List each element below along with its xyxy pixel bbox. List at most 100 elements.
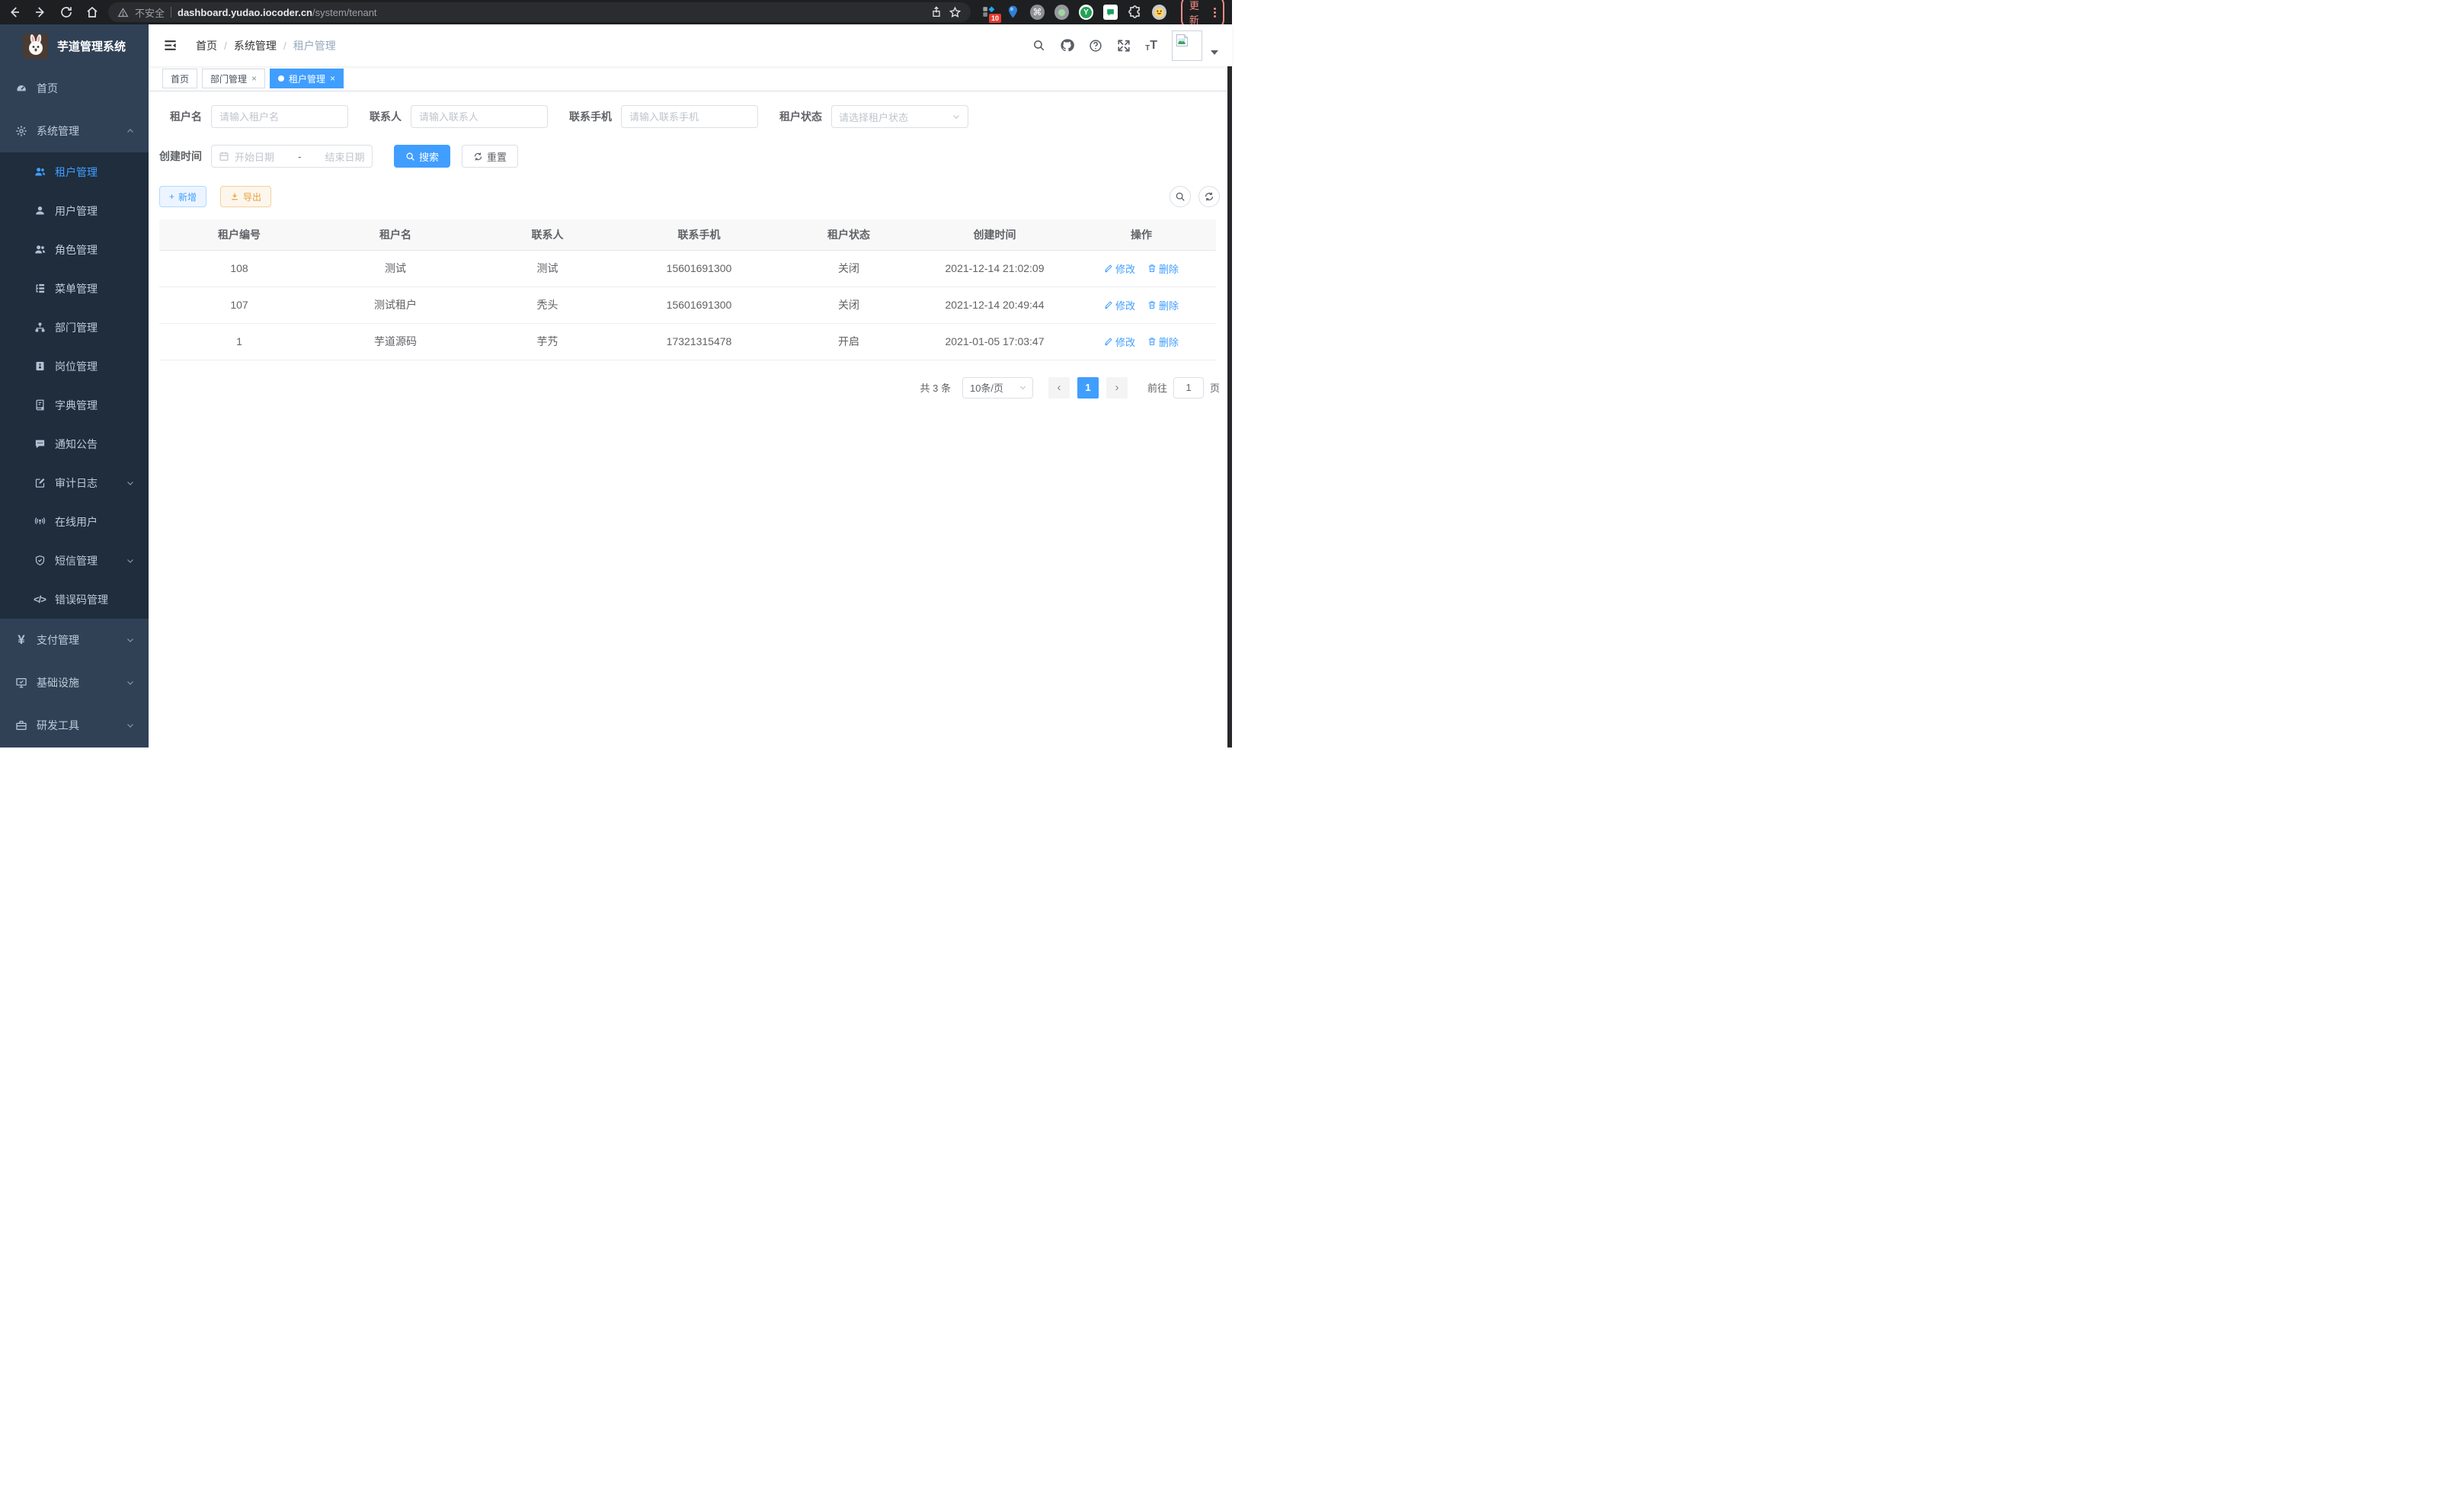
- edit-link[interactable]: 修改: [1104, 298, 1135, 312]
- next-page-button[interactable]: ›: [1106, 377, 1128, 399]
- refresh-table-button[interactable]: [1198, 186, 1220, 207]
- badge-icon: [34, 360, 46, 372]
- caret-down-icon[interactable]: [1211, 50, 1218, 55]
- export-button[interactable]: 导出: [220, 186, 271, 207]
- sidebar-item-menu-management[interactable]: 菜单管理: [0, 269, 149, 308]
- sidebar-item-post-management[interactable]: 岗位管理: [0, 347, 149, 386]
- ext-drop-icon[interactable]: [1006, 5, 1020, 20]
- search-button[interactable]: 搜索: [394, 145, 450, 168]
- close-icon[interactable]: ×: [251, 73, 257, 84]
- chevron-down-icon: [126, 635, 135, 645]
- yen-icon: ¥: [15, 632, 27, 648]
- reload-icon[interactable]: [59, 5, 73, 19]
- date-range-picker[interactable]: 开始日期 - 结束日期: [211, 145, 373, 168]
- end-date-placeholder[interactable]: 结束日期: [325, 149, 366, 164]
- tenant-name-input[interactable]: [211, 105, 348, 128]
- tree-list-icon: [34, 283, 46, 294]
- download-icon: [230, 192, 239, 201]
- breadcrumb-system[interactable]: 系统管理: [234, 38, 277, 53]
- prev-page-button[interactable]: ‹: [1048, 377, 1070, 399]
- reset-button[interactable]: 重置: [462, 145, 518, 168]
- sidebar-item-tenant-management[interactable]: 租户管理: [0, 152, 149, 191]
- add-button[interactable]: + 新增: [159, 186, 206, 207]
- col-created: 创建时间: [923, 219, 1067, 250]
- contact-label: 联系人: [370, 109, 402, 124]
- tab-dept-management[interactable]: 部门管理×: [202, 69, 265, 88]
- sidebar-item-home[interactable]: 首页: [0, 67, 149, 110]
- sidebar-item-notice[interactable]: 通知公告: [0, 424, 149, 463]
- table-row: 108 测试 测试 15601691300 关闭 2021-12-14 21:0…: [159, 250, 1216, 287]
- phone-input[interactable]: [621, 105, 758, 128]
- sidebar-item-online-users[interactable]: 在线用户: [0, 502, 149, 541]
- sidebar-item-dept-management[interactable]: 部门管理: [0, 308, 149, 347]
- home-icon[interactable]: [85, 5, 99, 19]
- calendar-icon: [219, 151, 229, 162]
- search-icon[interactable]: [1032, 39, 1045, 52]
- url-path[interactable]: /system/tenant: [312, 7, 377, 18]
- browser-toolbar: 不安全 dashboard.yudao.iocoder.cn/system/te…: [0, 0, 1232, 24]
- delete-link[interactable]: 删除: [1147, 335, 1179, 349]
- scrollbar[interactable]: [1227, 24, 1232, 748]
- ext-y-icon[interactable]: Y: [1079, 5, 1093, 20]
- edit-link[interactable]: 修改: [1104, 261, 1135, 276]
- col-actions: 操作: [1067, 219, 1216, 250]
- delete-link[interactable]: 删除: [1147, 261, 1179, 276]
- total-count: 共 3 条: [920, 380, 951, 395]
- github-icon[interactable]: [1060, 38, 1074, 53]
- sidebar-item-pay-management[interactable]: ¥ 支付管理: [0, 619, 149, 661]
- goto-page-input[interactable]: [1173, 377, 1204, 399]
- kebab-menu-icon[interactable]: [1214, 8, 1216, 18]
- edit-link[interactable]: 修改: [1104, 335, 1135, 349]
- shield-icon: [34, 555, 46, 566]
- active-dot: [278, 75, 284, 82]
- ext-dot-icon[interactable]: [1054, 5, 1069, 20]
- tab-home[interactable]: 首页: [162, 69, 197, 88]
- sidebar-item-system-management[interactable]: 系统管理: [0, 110, 149, 152]
- dictionary-icon: [34, 399, 46, 411]
- help-icon[interactable]: [1089, 39, 1102, 53]
- table-row: 1 芋道源码 芋艿 17321315478 开启 2021-01-05 17:0…: [159, 323, 1216, 360]
- warning-icon: [117, 7, 129, 18]
- chevron-down-icon: [1019, 383, 1027, 392]
- share-icon[interactable]: [930, 6, 942, 18]
- col-tenant-name: 租户名: [319, 219, 472, 250]
- page-size-select[interactable]: 10条/页: [962, 377, 1033, 399]
- phone-label: 联系手机: [569, 109, 612, 124]
- close-icon[interactable]: ×: [330, 73, 335, 84]
- ext-chat-icon[interactable]: [1103, 5, 1118, 20]
- page-1-button[interactable]: 1: [1077, 377, 1099, 399]
- ext-tabs-icon[interactable]: 10: [981, 5, 996, 20]
- puzzle-icon[interactable]: [1128, 5, 1142, 20]
- start-date-placeholder[interactable]: 开始日期: [235, 149, 274, 164]
- sidebar-item-infrastructure[interactable]: 基础设施: [0, 661, 149, 704]
- star-icon[interactable]: [949, 6, 962, 19]
- sidebar-item-user-management[interactable]: 用户管理: [0, 191, 149, 230]
- avatar[interactable]: [1172, 30, 1202, 61]
- chevron-down-icon: [126, 479, 135, 488]
- sidebar-item-audit-log[interactable]: 审计日志: [0, 463, 149, 502]
- sidebar-item-dev-tools[interactable]: 研发工具: [0, 704, 149, 747]
- breadcrumb-home[interactable]: 首页: [196, 38, 217, 53]
- tab-tenant-management[interactable]: 租户管理×: [270, 69, 344, 88]
- contact-input[interactable]: [411, 105, 548, 128]
- ext-command-icon[interactable]: ⌘: [1030, 5, 1045, 20]
- address-bar[interactable]: 不安全 dashboard.yudao.iocoder.cn/system/te…: [108, 2, 971, 22]
- sidebar-fold-icon[interactable]: [163, 38, 178, 53]
- url-host[interactable]: dashboard.yudao.iocoder.cn: [178, 7, 312, 18]
- delete-link[interactable]: 删除: [1147, 298, 1179, 312]
- app-logo-row[interactable]: 芋道管理系统: [0, 24, 149, 67]
- ext-emoji-avatar[interactable]: [1152, 5, 1166, 20]
- fullscreen-icon[interactable]: [1117, 39, 1131, 53]
- status-select[interactable]: 请选择租户状态: [831, 105, 968, 128]
- sidebar-item-dict-management[interactable]: 字典管理: [0, 386, 149, 424]
- plus-icon: +: [169, 191, 174, 202]
- font-size-icon[interactable]: TT: [1145, 39, 1157, 53]
- sidebar-item-sms-management[interactable]: 短信管理: [0, 541, 149, 580]
- back-icon[interactable]: [8, 5, 21, 19]
- forward-icon[interactable]: [34, 5, 47, 19]
- sidebar-item-role-management[interactable]: 角色管理: [0, 230, 149, 269]
- online-icon: [34, 516, 46, 527]
- sidebar-item-error-code-management[interactable]: </> 错误码管理: [0, 580, 149, 619]
- security-label[interactable]: 不安全: [135, 5, 165, 20]
- show-search-button[interactable]: [1170, 186, 1191, 207]
